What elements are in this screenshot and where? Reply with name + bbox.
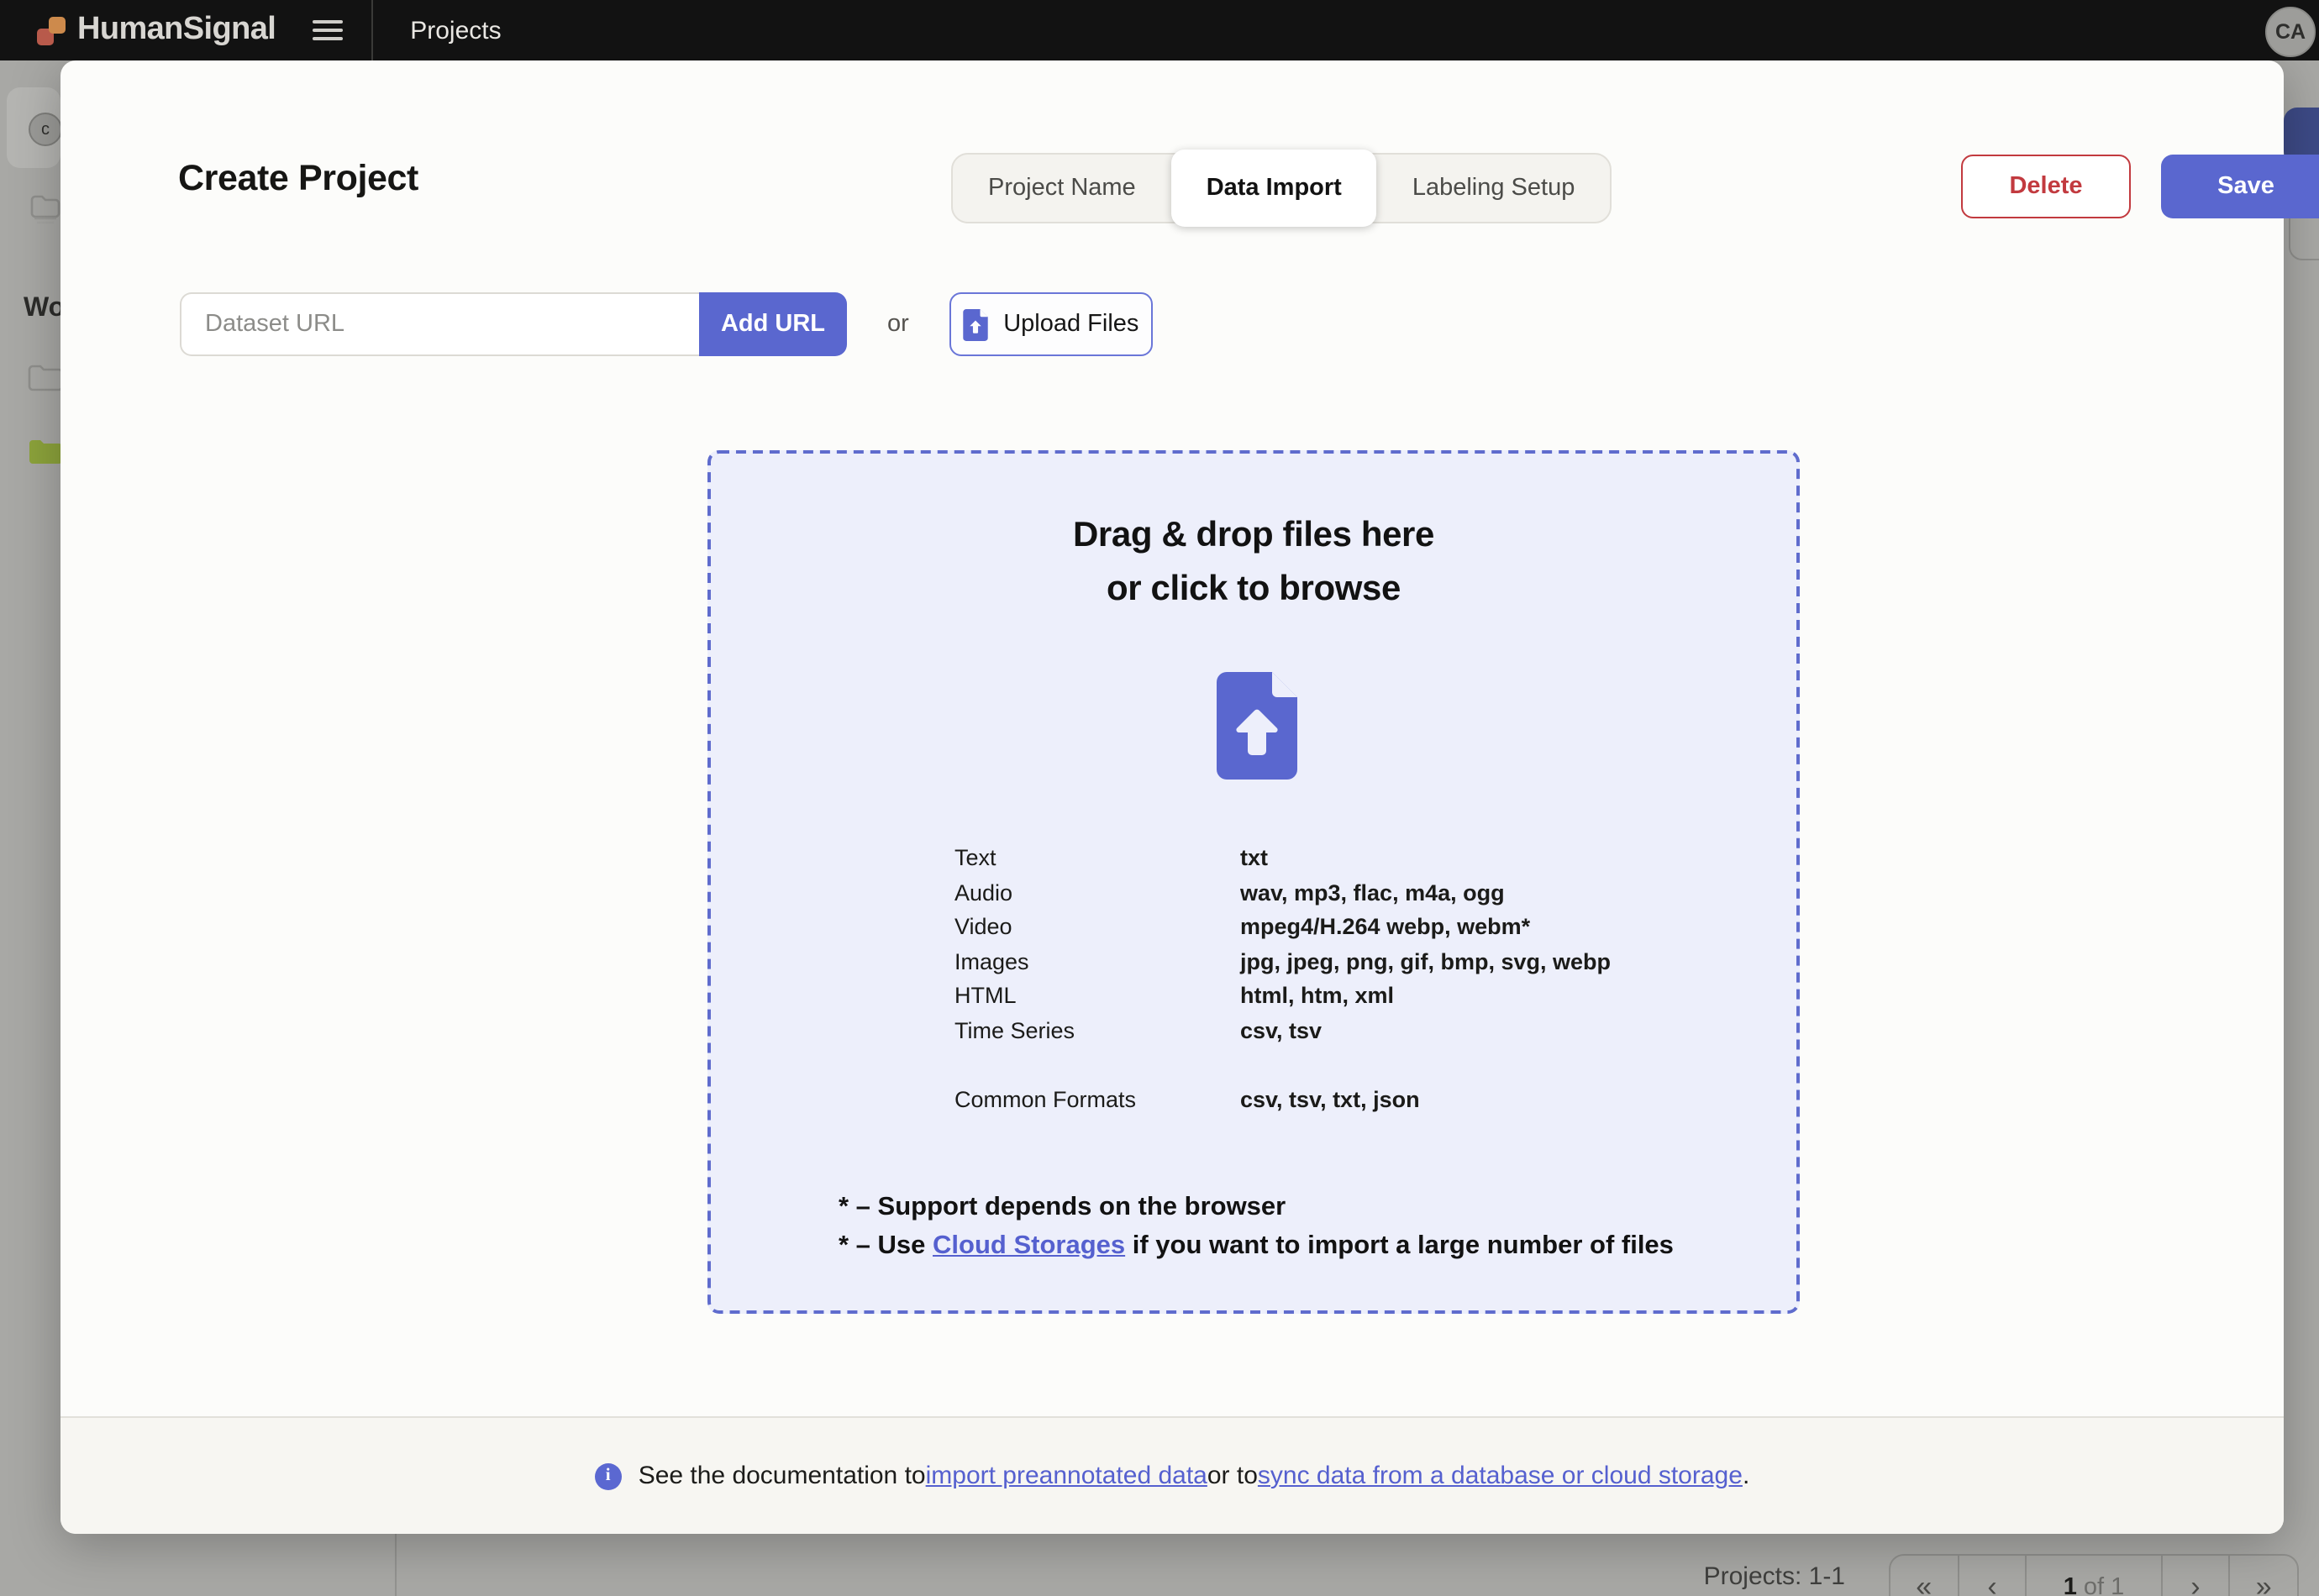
projects-count-label: Projects: 1-1 xyxy=(1703,1562,1845,1591)
dataset-url-row: Add URL or Upload Files xyxy=(180,292,1153,356)
common-formats-value: csv, tsv, txt, json xyxy=(1240,1087,1420,1112)
save-button[interactable]: Save xyxy=(2161,155,2319,218)
supported-formats-table: Text txt Audio wav, mp3, flac, m4a, ogg Vi… xyxy=(954,842,1611,1048)
tab-project-name[interactable]: Project Name xyxy=(953,155,1171,222)
upload-file-icon xyxy=(963,308,988,340)
pagination-first-button: « xyxy=(1916,1571,1932,1596)
pagination-prev-button: ‹ xyxy=(1987,1571,1997,1596)
format-row: Audio wav, mp3, flac, m4a, ogg xyxy=(954,876,1611,911)
modal-title: Create Project xyxy=(178,158,418,198)
pagination-last-button: » xyxy=(2255,1571,2272,1596)
format-row: Video mpeg4/H.264 webp, webm* xyxy=(954,911,1611,945)
format-row: Text txt xyxy=(954,842,1611,876)
footnote-suffix: if you want to import a large number of … xyxy=(1125,1231,1674,1259)
dataset-url-input[interactable] xyxy=(180,292,699,356)
tab-data-import[interactable]: Data Import xyxy=(1170,150,1377,227)
footnote-browser-support: * – Support depends on the browser xyxy=(839,1193,1286,1221)
format-value: csv, tsv xyxy=(1240,1017,1323,1042)
format-label: Images xyxy=(954,948,1029,974)
format-row: Time Series csv, tsv xyxy=(954,1014,1611,1048)
humansignal-logo[interactable]: HumanSignal xyxy=(37,12,276,49)
format-value: html, htm, xml xyxy=(1240,983,1395,1008)
format-label: Video xyxy=(954,914,1012,939)
tab-labeling-setup[interactable]: Labeling Setup xyxy=(1377,155,1611,222)
format-value: wav, mp3, flac, m4a, ogg xyxy=(1240,879,1505,905)
footer-text-suffix: . xyxy=(1742,1462,1750,1490)
format-row: HTML html, htm, xml xyxy=(954,979,1611,1014)
dropzone-heading-line2: or click to browse xyxy=(1107,570,1401,608)
pagination-current-page: 1 xyxy=(2063,1574,2077,1596)
workspace-avatar: c xyxy=(29,113,62,146)
pagination-page-indicator: 1 of 1 xyxy=(2027,1556,2161,1596)
format-row: Images jpg, jpeg, png, gif, bmp, svg, web… xyxy=(954,945,1611,979)
pagination-next-button: › xyxy=(2190,1571,2201,1596)
brand-name: HumanSignal xyxy=(77,12,276,47)
drag-drop-zone[interactable]: Drag & drop files here or click to brows… xyxy=(707,450,1800,1314)
file-upload-icon xyxy=(1217,672,1297,788)
nav-projects[interactable]: Projects xyxy=(410,16,501,45)
add-url-button[interactable]: Add URL xyxy=(699,292,847,356)
format-label: HTML xyxy=(954,983,1017,1008)
format-label: Text xyxy=(954,845,996,870)
background-sidebar-divider xyxy=(395,1534,397,1596)
footer-text-prefix: See the documentation to xyxy=(638,1462,926,1490)
footnote-prefix: * – Use xyxy=(839,1231,933,1259)
sync-data-link[interactable]: sync data from a database or cloud stora… xyxy=(1258,1462,1743,1490)
screen: c Wo Projects: 1-1 « ‹ 1 of 1 › » HumanS… xyxy=(0,0,2319,1596)
all-workspaces-icon xyxy=(27,190,64,235)
upload-files-button[interactable]: Upload Files xyxy=(949,292,1153,356)
menu-hamburger-icon[interactable] xyxy=(313,20,344,40)
humansignal-logo-icon xyxy=(37,16,66,45)
format-value: mpeg4/H.264 webp, webm* xyxy=(1240,914,1531,939)
footnote-cloud-storages: * – Use Cloud Storages if you want to im… xyxy=(839,1227,1674,1265)
app-header: HumanSignal Projects CA xyxy=(0,0,2319,60)
dropzone-footnotes: * – Support depends on the browser * – U… xyxy=(839,1189,1674,1265)
pagination-control: « ‹ 1 of 1 › » xyxy=(1889,1554,2299,1596)
delete-button[interactable]: Delete xyxy=(1961,155,2131,218)
modal-footer: i See the documentation to import preann… xyxy=(60,1416,2284,1534)
common-formats-label: Common Formats xyxy=(954,1087,1137,1112)
import-preannotated-data-link[interactable]: import preannotated data xyxy=(926,1462,1207,1490)
workspaces-heading-truncated: Wo xyxy=(24,294,66,323)
common-formats-row: Common Formats csv, tsv, txt, json xyxy=(954,1084,1420,1117)
dropzone-heading-line1: Drag & drop files here xyxy=(1073,516,1434,554)
user-avatar[interactable]: CA xyxy=(2265,7,2316,57)
format-value: jpg, jpeg, png, gif, bmp, svg, webp xyxy=(1240,948,1611,974)
upload-files-label: Upload Files xyxy=(1003,311,1139,338)
green-folder-icon xyxy=(27,437,64,475)
info-icon: i xyxy=(594,1462,622,1489)
header-divider xyxy=(371,0,374,60)
or-label: or xyxy=(887,311,909,338)
pagination-total: of 1 xyxy=(2083,1574,2125,1596)
dropzone-heading: Drag & drop files here or click to brows… xyxy=(711,509,1796,617)
create-project-modal: Create Project Project Name Data Import … xyxy=(60,60,2319,1534)
folder-icon xyxy=(27,363,64,402)
format-label: Audio xyxy=(954,879,1013,905)
format-label: Time Series xyxy=(954,1017,1075,1042)
format-value: txt xyxy=(1240,845,1268,870)
wizard-tabs: Project Name Data Import Labeling Setup xyxy=(951,150,1612,227)
footer-text-middle: or to xyxy=(1207,1462,1258,1490)
cloud-storages-link[interactable]: Cloud Storages xyxy=(933,1231,1125,1259)
